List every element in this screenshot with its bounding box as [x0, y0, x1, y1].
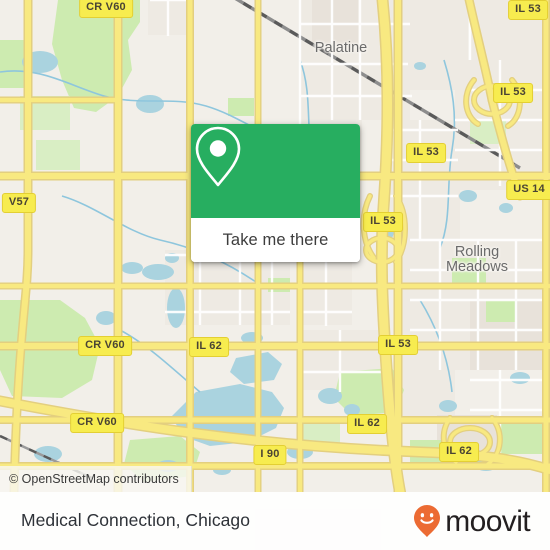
page-title: Medical Connection, Chicago: [21, 510, 250, 531]
road-shield-label: IL 53: [413, 146, 439, 158]
road-shield-label: IL 62: [196, 340, 222, 352]
road-shield-il-53: IL 53: [378, 335, 418, 355]
popup-icon-area: [191, 124, 360, 218]
road-shield-v57: V57: [1, 193, 37, 213]
road-shield-il-62: IL 62: [189, 337, 229, 357]
road-shield-cr-v60: CR V60: [78, 336, 132, 356]
road-shield-cr-v60: CR V60: [79, 0, 133, 18]
take-me-there-label: Take me there: [222, 230, 329, 249]
place-label-palatine: Palatine: [315, 41, 367, 56]
road-shield-label: US 14: [513, 183, 545, 195]
place-label-text: Palatine: [314, 40, 368, 56]
road-shield-il-53: IL 53: [406, 143, 446, 163]
osm-attribution-text: © OpenStreetMap contributors: [9, 472, 179, 486]
moovit-wordmark: moovit: [445, 505, 530, 538]
footer-content: Medical Connection, Chicago moovit: [0, 492, 550, 550]
place-label-line-2: Meadows: [445, 259, 509, 275]
road-shield-label: CR V60: [77, 416, 117, 428]
road-shield-cr-v60: CR V60: [70, 413, 124, 433]
road-shield-label: CR V60: [86, 1, 126, 13]
road-shield-label: CR V60: [85, 339, 125, 351]
location-popup-card[interactable]: Take me there: [191, 124, 360, 262]
map-canvas[interactable]: Palatine Rolling Meadows CR V60 IL 53 IL…: [0, 0, 550, 492]
road-shield-il-53: IL 53: [508, 0, 548, 20]
map-screenshot: Palatine Rolling Meadows CR V60 IL 53 IL…: [0, 0, 550, 550]
road-shield-il-62: IL 62: [347, 414, 387, 434]
place-label-line-1: Rolling: [454, 244, 500, 260]
place-label-rolling-meadows: Rolling Meadows: [432, 245, 522, 275]
road-shield-i-90: I 90: [253, 445, 287, 465]
moovit-pin-smiley-icon: [414, 505, 441, 537]
road-shield-il-53: IL 53: [493, 83, 533, 103]
road-shield-label: IL 53: [515, 3, 541, 15]
road-shield-il-62: IL 62: [439, 442, 479, 462]
take-me-there-button[interactable]: Take me there: [191, 218, 360, 262]
road-shield-label: IL 62: [446, 445, 472, 457]
road-shield-il-53: IL 53: [363, 212, 403, 232]
footer-bar: Medical Connection, Chicago moovit: [0, 492, 550, 550]
moovit-logo[interactable]: moovit: [412, 504, 531, 538]
road-shield-label: IL 53: [500, 86, 526, 98]
road-shield-label: IL 53: [370, 215, 396, 227]
map-pin-icon: [195, 126, 241, 187]
road-shield-label: IL 53: [385, 338, 411, 350]
road-shield-label: I 90: [260, 448, 280, 460]
osm-attribution[interactable]: © OpenStreetMap contributors: [0, 466, 192, 492]
road-shield-us-14: US 14: [506, 180, 550, 200]
road-shield-label: IL 62: [354, 417, 380, 429]
road-shield-label: V57: [8, 196, 30, 208]
